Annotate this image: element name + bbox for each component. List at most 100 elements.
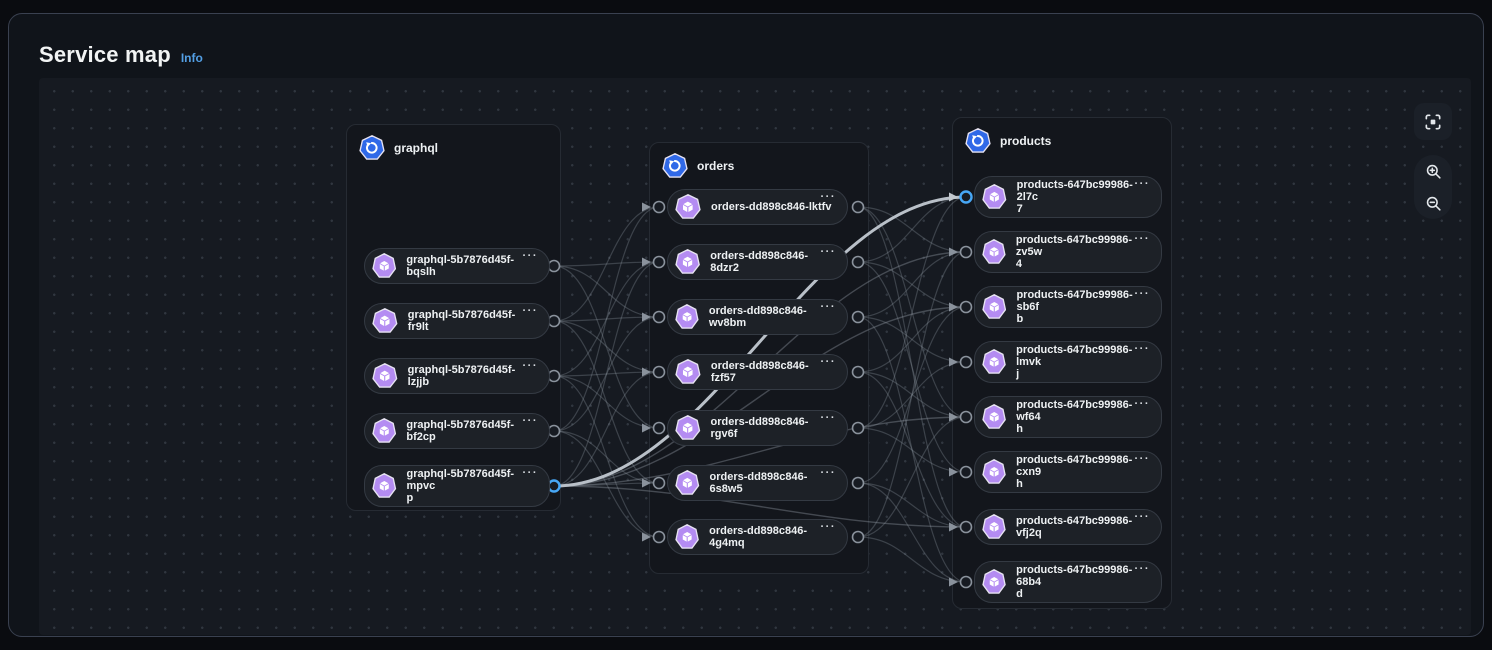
kubernetes-pod-icon bbox=[982, 349, 1006, 375]
more-options-icon[interactable]: ··· bbox=[821, 247, 837, 257]
group-header-products: products bbox=[965, 128, 1051, 154]
edge bbox=[554, 372, 659, 486]
edge bbox=[554, 317, 659, 321]
edge bbox=[858, 207, 966, 252]
zoom-in-button[interactable] bbox=[1414, 155, 1452, 187]
more-options-icon[interactable]: ··· bbox=[821, 357, 837, 367]
kubernetes-pod-icon bbox=[675, 415, 701, 441]
pod-node-graphql-5b7876d45f-lzjjb[interactable]: graphql-5b7876d45f-lzjjb··· bbox=[364, 358, 550, 394]
kubernetes-pod-icon bbox=[372, 363, 398, 389]
more-options-icon[interactable]: ··· bbox=[1135, 289, 1151, 299]
kubernetes-pod-icon bbox=[675, 249, 700, 275]
edge bbox=[858, 207, 966, 417]
kubernetes-pod-icon bbox=[982, 239, 1006, 265]
edge bbox=[554, 372, 659, 376]
edge bbox=[554, 317, 659, 431]
more-options-icon[interactable]: ··· bbox=[1135, 564, 1151, 574]
pod-node-graphql-5b7876d45f-bf2cp[interactable]: graphql-5b7876d45f-bf2cp··· bbox=[364, 413, 550, 449]
kubernetes-deployment-icon bbox=[662, 153, 688, 179]
more-options-icon[interactable]: ··· bbox=[523, 468, 539, 478]
pod-node-products-647bc99986-2l7c7[interactable]: products-647bc99986-2l7c7··· bbox=[974, 176, 1162, 218]
more-options-icon[interactable]: ··· bbox=[523, 416, 539, 426]
more-options-icon[interactable]: ··· bbox=[821, 302, 837, 312]
kubernetes-pod-icon bbox=[982, 514, 1006, 540]
pod-node-products-647bc99986-lmvkj[interactable]: products-647bc99986-lmvkj··· bbox=[974, 341, 1162, 383]
pod-node-graphql-5b7876d45f-bqslh[interactable]: graphql-5b7876d45f-bqslh··· bbox=[364, 248, 550, 284]
fit-to-screen-button[interactable] bbox=[1414, 103, 1452, 140]
kubernetes-pod-icon bbox=[675, 359, 701, 385]
edge bbox=[858, 252, 966, 317]
more-options-icon[interactable]: ··· bbox=[523, 361, 539, 371]
more-options-icon[interactable]: ··· bbox=[821, 468, 837, 478]
pod-node-graphql-5b7876d45f-fr9lt[interactable]: graphql-5b7876d45f-fr9lt··· bbox=[364, 303, 550, 339]
edge bbox=[554, 376, 659, 428]
group-label: orders bbox=[697, 159, 734, 173]
edge bbox=[858, 428, 966, 472]
more-options-icon[interactable]: ··· bbox=[1135, 454, 1151, 464]
edge bbox=[858, 252, 966, 537]
pod-node-orders-dd898c846-6s8w5[interactable]: orders-dd898c846-6s8w5··· bbox=[667, 465, 848, 501]
edge bbox=[858, 307, 966, 372]
edge bbox=[554, 207, 659, 431]
pod-node-products-647bc99986-zv5w4[interactable]: products-647bc99986-zv5w4··· bbox=[974, 231, 1162, 273]
kubernetes-pod-icon bbox=[372, 308, 398, 334]
edge bbox=[554, 207, 659, 321]
group-label: products bbox=[1000, 134, 1051, 148]
kubernetes-pod-icon bbox=[982, 569, 1006, 595]
more-options-icon[interactable]: ··· bbox=[1135, 344, 1151, 354]
zoom-out-button[interactable] bbox=[1414, 187, 1452, 219]
more-options-icon[interactable]: ··· bbox=[821, 413, 837, 423]
edge bbox=[554, 483, 659, 486]
kubernetes-pod-icon bbox=[372, 253, 396, 279]
service-map-panel: Service map Info graphqlordersproducts g… bbox=[8, 13, 1484, 637]
pod-node-products-647bc99986-68b4d[interactable]: products-647bc99986-68b4d··· bbox=[974, 561, 1162, 603]
zoom-out-icon bbox=[1424, 194, 1443, 213]
kubernetes-pod-icon bbox=[675, 304, 699, 330]
kubernetes-pod-icon bbox=[982, 404, 1006, 430]
more-options-icon[interactable]: ··· bbox=[1135, 399, 1151, 409]
edge bbox=[554, 321, 659, 483]
info-link[interactable]: Info bbox=[181, 51, 203, 65]
service-map-canvas[interactable]: graphql orders products graphql-5b7876d45f… bbox=[39, 78, 1471, 635]
pod-node-graphql-5b7876d45f-mpvcp[interactable]: graphql-5b7876d45f-mpvcp··· bbox=[364, 465, 550, 507]
edge bbox=[554, 262, 659, 486]
group-header-graphql: graphql bbox=[359, 135, 438, 161]
more-options-icon[interactable]: ··· bbox=[1135, 234, 1151, 244]
group-label: graphql bbox=[394, 141, 438, 155]
edge bbox=[858, 483, 966, 582]
more-options-icon[interactable]: ··· bbox=[523, 251, 539, 261]
pod-node-orders-dd898c846-rgv6f[interactable]: orders-dd898c846-rgv6f··· bbox=[667, 410, 848, 446]
more-options-icon[interactable]: ··· bbox=[821, 192, 837, 202]
edge bbox=[554, 266, 659, 428]
edge bbox=[858, 207, 966, 527]
edge bbox=[858, 262, 966, 472]
pod-node-products-647bc99986-sb6fb[interactable]: products-647bc99986-sb6fb··· bbox=[974, 286, 1162, 328]
pod-node-orders-dd898c846-8dzr2[interactable]: orders-dd898c846-8dzr2··· bbox=[667, 244, 848, 280]
edge bbox=[858, 372, 966, 527]
pod-node-orders-dd898c846-fzf57[interactable]: orders-dd898c846-fzf57··· bbox=[667, 354, 848, 390]
pod-node-products-647bc99986-cxn9h[interactable]: products-647bc99986-cxn9h··· bbox=[974, 451, 1162, 493]
edge bbox=[858, 362, 966, 428]
more-options-icon[interactable]: ··· bbox=[523, 306, 539, 316]
pod-node-orders-dd898c846-4g4mq[interactable]: orders-dd898c846-4g4mq··· bbox=[667, 519, 848, 555]
edge bbox=[858, 307, 966, 483]
group-header-orders: orders bbox=[662, 153, 734, 179]
more-options-icon[interactable]: ··· bbox=[1135, 179, 1151, 189]
pod-node-products-647bc99986-wf64h[interactable]: products-647bc99986-wf64h··· bbox=[974, 396, 1162, 438]
pod-node-products-647bc99986-vfj2q[interactable]: products-647bc99986-vfj2q··· bbox=[974, 509, 1162, 545]
kubernetes-pod-icon bbox=[675, 470, 700, 496]
edge bbox=[554, 431, 659, 483]
fit-to-screen-icon bbox=[1423, 112, 1443, 132]
edge bbox=[858, 262, 966, 307]
kubernetes-pod-icon bbox=[675, 524, 699, 550]
kubernetes-deployment-icon bbox=[965, 128, 991, 154]
kubernetes-pod-icon bbox=[982, 459, 1006, 485]
pod-node-orders-dd898c846-wv8bm[interactable]: orders-dd898c846-wv8bm··· bbox=[667, 299, 848, 335]
kubernetes-pod-icon bbox=[675, 194, 701, 220]
pod-node-orders-dd898c846-lktfv[interactable]: orders-dd898c846-lktfv··· bbox=[667, 189, 848, 225]
kubernetes-pod-icon bbox=[982, 294, 1006, 320]
more-options-icon[interactable]: ··· bbox=[1135, 512, 1151, 522]
edge bbox=[858, 197, 966, 262]
edge bbox=[554, 431, 659, 537]
more-options-icon[interactable]: ··· bbox=[821, 522, 837, 532]
